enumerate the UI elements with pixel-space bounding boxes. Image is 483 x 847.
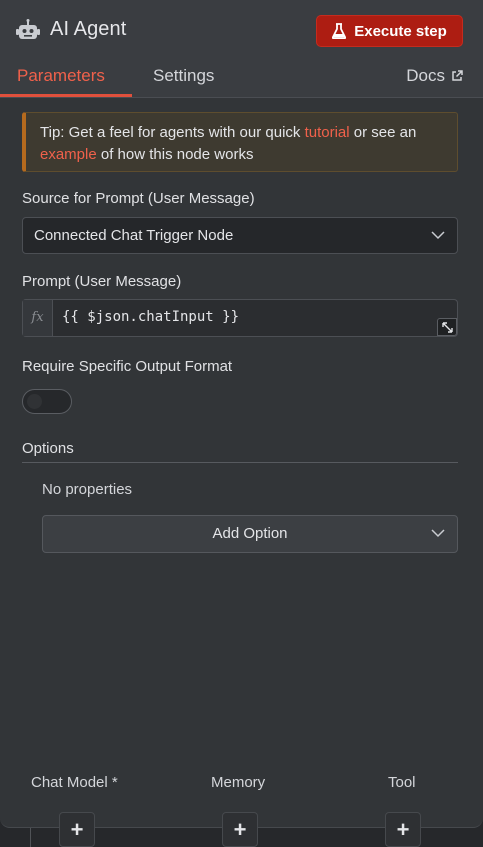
tip-suffix: of how this node works [96,146,254,163]
prompt-expression-value[interactable]: {{ $json.chatInput }} [62,309,239,325]
tab-parameters[interactable]: Parameters [17,66,105,86]
add-option-button[interactable]: Add Option [42,515,458,553]
plus-icon: + [233,817,247,842]
plus-icon: + [70,817,84,842]
source-select-value: Connected Chat Trigger Node [34,227,234,244]
add-option-label: Add Option [212,525,288,542]
tip-prefix: Tip: Get a feel for agents with our quic… [40,124,305,141]
tab-bar: Parameters Settings Docs [0,62,483,98]
tip-middle: or see an [349,124,417,141]
add-tool-button[interactable]: + [385,812,421,847]
source-select[interactable]: Connected Chat Trigger Node [22,217,458,254]
expand-icon [442,322,453,333]
no-properties-text: No properties [42,481,133,498]
memory-label: Memory [211,774,266,791]
expand-editor-button[interactable] [437,318,457,336]
robot-icon [16,19,40,39]
add-memory-button[interactable]: + [222,812,258,847]
active-tab-indicator [0,94,132,97]
node-details-panel: AI Agent Execute step Parameters Setting… [0,0,483,828]
execute-step-button[interactable]: Execute step [316,15,463,47]
tool-label: Tool [388,774,416,791]
external-link-icon [452,70,463,81]
connector-line [30,828,31,847]
fx-icon: fx [23,300,53,336]
chevron-down-icon [431,529,445,538]
plus-icon: + [396,817,410,842]
options-title: Options [22,440,74,457]
docs-label: Docs [406,66,445,85]
output-format-label: Require Specific Output Format [22,358,233,375]
prompt-label: Prompt (User Message) [22,273,182,290]
options-divider [22,462,458,463]
prompt-expression-field[interactable]: fx {{ $json.chatInput }} [22,299,458,337]
chat-model-label: Chat Model * [31,774,118,791]
example-link[interactable]: example [40,146,97,163]
docs-link[interactable]: Docs [406,66,463,86]
tip-callout: Tip: Get a feel for agents with our quic… [22,112,458,172]
tab-settings[interactable]: Settings [153,66,214,86]
node-title[interactable]: AI Agent [50,18,126,41]
chevron-down-icon [431,231,445,240]
execute-step-label: Execute step [354,22,447,40]
output-format-toggle[interactable] [22,389,72,414]
toggle-knob [27,394,42,409]
tutorial-link[interactable]: tutorial [305,124,350,141]
add-chat-model-button[interactable]: + [59,812,95,847]
source-label: Source for Prompt (User Message) [22,190,255,207]
panel-header: AI Agent Execute step [0,0,483,62]
beaker-icon [332,23,347,39]
